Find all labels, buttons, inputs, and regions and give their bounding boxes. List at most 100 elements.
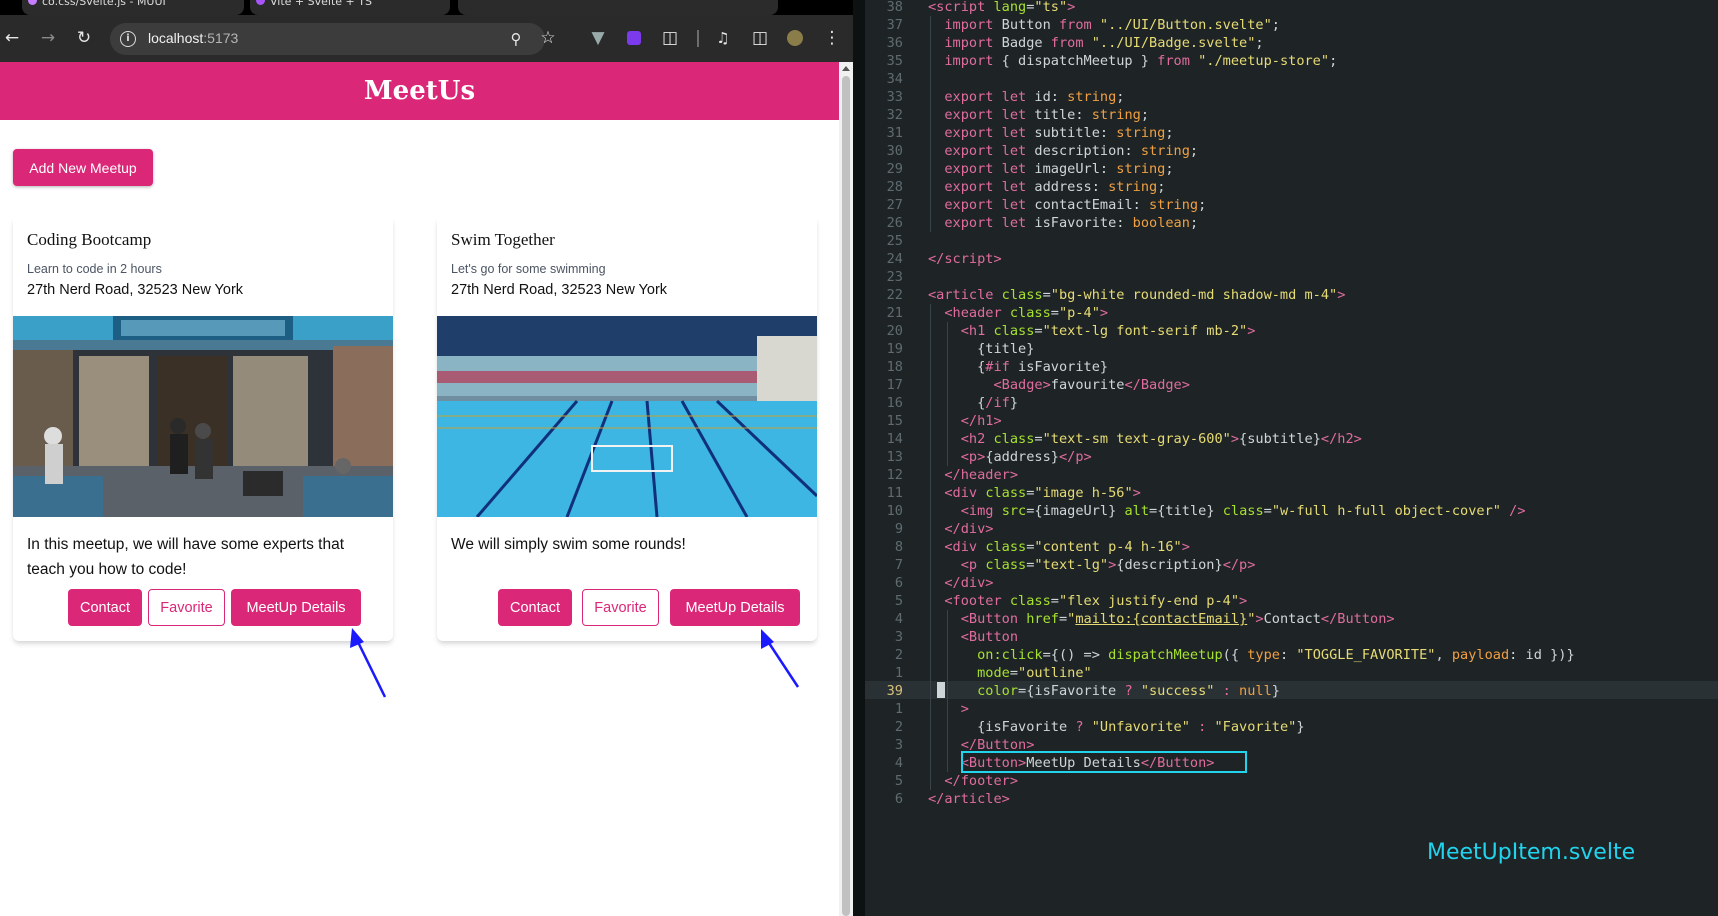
line-number: 37	[886, 17, 903, 33]
star-icon[interactable]: ☆	[538, 28, 558, 48]
url-port: :5173	[203, 30, 239, 46]
line-number: 18	[886, 359, 903, 375]
line-number: 9	[894, 521, 903, 537]
indent-guide	[930, 304, 931, 790]
sidebar-icon[interactable]: ◫	[750, 28, 770, 48]
meetup-details-button[interactable]: MeetUp Details	[670, 589, 800, 626]
line-number: 26	[886, 215, 903, 231]
scrollbar-thumb[interactable]	[842, 76, 850, 916]
annotation-arrow-icon	[761, 629, 800, 688]
line-number: 29	[886, 161, 903, 177]
text-cursor	[937, 682, 945, 698]
toolbar-separator: |	[695, 28, 701, 48]
line-number: 27	[886, 197, 903, 213]
line-number: 21	[886, 305, 903, 321]
code-editor[interactable]: 38 37 36 35 34 33 32 31 30 29 28 27 26 25 24 23 22 21 20 19…	[865, 0, 1718, 916]
url-text[interactable]: localhost:5173	[148, 30, 238, 46]
tab-strip: co.css/Svelte.js - MUUI Vite + Svelte + …	[0, 0, 853, 15]
line-number: 33	[886, 89, 903, 105]
line-number: 2	[894, 647, 903, 663]
meetup-subtitle: Let's go for some swimming	[451, 262, 606, 276]
favorite-button[interactable]: Favorite	[148, 589, 225, 626]
line-number: 39	[886, 683, 903, 699]
reload-icon[interactable]: ↻	[74, 28, 94, 48]
meetup-title: Coding Bootcamp	[27, 230, 152, 249]
browser-window: co.css/Svelte.js - MUUI Vite + Svelte + …	[0, 0, 853, 916]
meetup-card: Coding Bootcamp Learn to code in 2 hours…	[13, 216, 393, 641]
indent-guide	[930, 16, 931, 232]
meetup-subtitle: Learn to code in 2 hours	[27, 262, 162, 276]
meetup-address: 27th Nerd Road, 32523 New York	[451, 282, 668, 298]
line-number: 34	[886, 71, 903, 87]
cafe-storefront-image	[13, 316, 393, 517]
line-number: 4	[894, 755, 903, 771]
media-icon[interactable]: ♫	[713, 28, 733, 48]
tab-1-label: co.css/Svelte.js - MUUI	[42, 0, 166, 8]
url-host: localhost	[148, 30, 204, 46]
meetup-description: We will simply swim some rounds!	[451, 536, 686, 553]
site-info-icon[interactable]: i	[120, 31, 136, 47]
line-number: 10	[886, 503, 903, 519]
line-number: 16	[886, 395, 903, 411]
meetup-image	[13, 316, 393, 517]
contact-button[interactable]: Contact	[68, 589, 142, 626]
meetup-address: 27th Nerd Road, 32523 New York	[27, 282, 244, 298]
back-icon[interactable]: ←	[2, 28, 22, 48]
highlight-box	[961, 751, 1247, 773]
line-number: 7	[894, 557, 903, 573]
line-number: 2	[894, 719, 903, 735]
add-new-meetup-button[interactable]: Add New Meetup	[13, 149, 153, 186]
line-number: 3	[894, 629, 903, 645]
address-bar[interactable]: i localhost:5173 ⚲	[110, 23, 545, 55]
line-number: 17	[886, 377, 903, 393]
line-number: 14	[886, 431, 903, 447]
line-number: 5	[894, 773, 903, 789]
browser-toolbar: ← → ↻ i localhost:5173 ⚲ ☆ ▼ ◫ | ♫ ◫ ⋮	[0, 15, 853, 62]
line-number: 12	[886, 467, 903, 483]
extension-icon[interactable]	[624, 28, 644, 48]
indent-guide	[947, 322, 948, 466]
zoom-icon[interactable]: ⚲	[506, 29, 526, 49]
page-scrollbar[interactable]	[839, 62, 853, 916]
vite-favicon-icon	[256, 0, 265, 5]
meetup-image	[437, 316, 817, 517]
line-number: 6	[894, 791, 903, 807]
meetup-details-button[interactable]: MeetUp Details	[231, 589, 361, 626]
app-header: MeetUs	[0, 62, 839, 120]
line-number: 35	[886, 53, 903, 69]
window-divider	[853, 0, 865, 916]
line-number: 13	[886, 449, 903, 465]
meetup-card: Swim Together Let's go for some swimming…	[437, 216, 817, 641]
line-number: 1	[894, 701, 903, 717]
file-name-label: MeetUpItem.svelte	[1427, 840, 1636, 865]
page-viewport: MeetUs Add New Meetup Coding Bootcamp Le…	[0, 62, 839, 916]
line-number: 19	[886, 341, 903, 357]
meetup-title: Swim Together	[451, 230, 555, 249]
tab-2-label: Vite + Svelte + TS	[270, 0, 372, 8]
menu-icon[interactable]: ⋮	[822, 28, 842, 48]
line-number: 6	[894, 575, 903, 591]
line-number: 8	[894, 539, 903, 555]
favorite-button[interactable]: Favorite	[582, 589, 659, 626]
line-number: 4	[894, 611, 903, 627]
vue-devtools-icon[interactable]: ▼	[588, 28, 608, 48]
puzzle-icon[interactable]: ◫	[660, 28, 680, 48]
contact-button[interactable]: Contact	[498, 589, 572, 626]
line-number: 36	[886, 35, 903, 51]
tab-3[interactable]	[458, 0, 778, 15]
meetup-description: In this meetup, we will have some expert…	[27, 536, 345, 578]
line-number: 11	[886, 485, 903, 501]
line-number: 15	[886, 413, 903, 429]
line-number: 31	[886, 125, 903, 141]
tab-2[interactable]: Vite + Svelte + TS	[250, 0, 450, 15]
line-number: 22	[886, 287, 903, 303]
tab-1[interactable]: co.css/Svelte.js - MUUI	[22, 0, 244, 15]
line-number: 30	[886, 143, 903, 159]
line-number: 1	[894, 665, 903, 681]
forward-icon[interactable]: →	[38, 28, 58, 48]
line-number: 24	[886, 251, 903, 267]
scroll-up-icon[interactable]	[842, 66, 850, 71]
swimming-pool-image	[437, 316, 817, 517]
profile-icon[interactable]	[785, 28, 805, 48]
app-title: MeetUs	[363, 76, 476, 106]
